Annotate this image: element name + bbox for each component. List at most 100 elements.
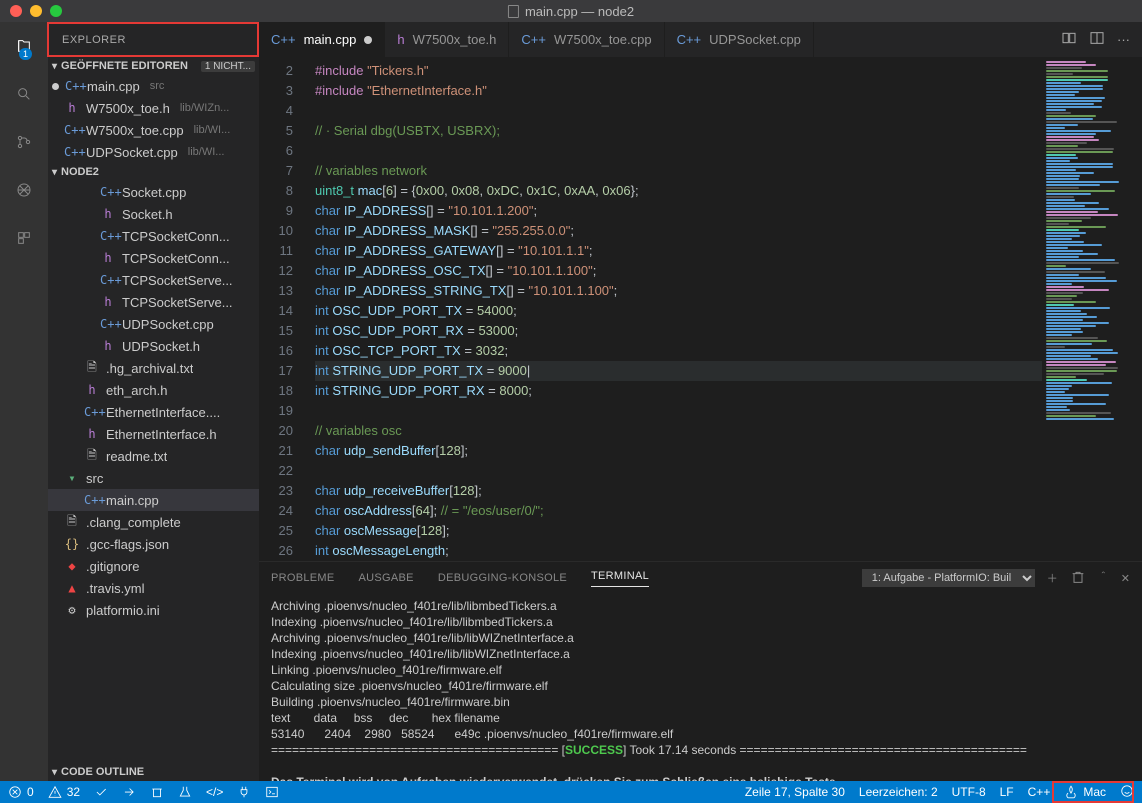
compare-icon[interactable] bbox=[1061, 30, 1077, 49]
status-indent[interactable]: Leerzeichen: 2 bbox=[859, 785, 938, 799]
file-item[interactable]: C++ EthernetInterface.... bbox=[48, 401, 259, 423]
file-name: Socket.cpp bbox=[122, 185, 186, 200]
status-target[interactable]: Mac bbox=[1064, 785, 1106, 799]
file-name: EthernetInterface.h bbox=[106, 427, 217, 442]
file-name: UDPSocket.cpp bbox=[122, 317, 214, 332]
panel-tab[interactable]: AUSGABE bbox=[359, 572, 414, 584]
status-upload-icon[interactable] bbox=[122, 785, 136, 799]
file-name: .travis.yml bbox=[86, 581, 145, 596]
close-traffic-light[interactable] bbox=[10, 5, 22, 17]
panel-tab[interactable]: PROBLEME bbox=[271, 572, 335, 584]
file-item[interactable]: 🗎readme.txt bbox=[48, 445, 259, 467]
file-type-icon: 🗎 bbox=[84, 358, 100, 379]
file-type-icon: h bbox=[397, 32, 404, 47]
open-editor-item[interactable]: hW7500x_toe.hlib/WIZn... bbox=[48, 97, 259, 119]
code-editor[interactable]: #include "Tickers.h"#include "EthernetIn… bbox=[307, 57, 1042, 561]
open-editor-item[interactable]: C++W7500x_toe.cpplib/WI... bbox=[48, 119, 259, 141]
status-trash-icon[interactable] bbox=[150, 785, 164, 799]
kill-terminal-icon[interactable] bbox=[1070, 569, 1086, 588]
status-language[interactable]: C++ bbox=[1028, 785, 1051, 799]
file-type-icon: h bbox=[64, 101, 80, 115]
file-item[interactable]: ⚙ platformio.ini bbox=[48, 599, 259, 621]
file-name: main.cpp bbox=[106, 493, 159, 508]
file-item[interactable]: 🗎.clang_complete bbox=[48, 511, 259, 533]
extensions-icon[interactable] bbox=[12, 226, 36, 250]
code-outline-header[interactable]: ▾CODE OUTLINE bbox=[48, 763, 259, 781]
file-type-icon: ⚙ bbox=[64, 603, 80, 617]
editor-tab[interactable]: h W7500x_toe.h bbox=[385, 22, 509, 57]
status-cursor[interactable]: Zeile 17, Spalte 30 bbox=[745, 785, 845, 799]
split-editor-icon[interactable] bbox=[1089, 30, 1105, 49]
source-control-icon[interactable] bbox=[12, 130, 36, 154]
file-item[interactable]: C++TCPSocketServe... bbox=[48, 269, 259, 291]
status-plug-icon[interactable] bbox=[237, 785, 251, 799]
file-item[interactable]: hTCPSocketServe... bbox=[48, 291, 259, 313]
minimap[interactable] bbox=[1042, 57, 1142, 561]
status-errors[interactable]: 0 bbox=[8, 785, 34, 799]
tab-label: W7500x_toe.cpp bbox=[554, 32, 652, 47]
file-item[interactable]: h EthernetInterface.h bbox=[48, 423, 259, 445]
file-item[interactable]: C++UDPSocket.cpp bbox=[48, 313, 259, 335]
file-item[interactable]: hUDPSocket.h bbox=[48, 335, 259, 357]
status-code-icon[interactable]: </> bbox=[206, 785, 223, 799]
file-name: W7500x_toe.h bbox=[86, 101, 170, 116]
editor-tab[interactable]: C++main.cpp bbox=[259, 22, 385, 57]
more-icon[interactable]: ··· bbox=[1117, 32, 1130, 47]
file-item[interactable]: ◆.gitignore bbox=[48, 555, 259, 577]
file-type-icon: 🗎 bbox=[84, 446, 100, 467]
folder-icon: ▾ bbox=[64, 471, 80, 485]
maximize-traffic-light[interactable] bbox=[50, 5, 62, 17]
status-build-tick-icon[interactable] bbox=[94, 785, 108, 799]
tab-label: W7500x_toe.h bbox=[413, 32, 497, 47]
folder-item[interactable]: ▾src bbox=[48, 467, 259, 489]
file-item[interactable]: C++Socket.cpp bbox=[48, 181, 259, 203]
file-item[interactable]: ▲.travis.yml bbox=[48, 577, 259, 599]
file-item[interactable]: C++TCPSocketConn... bbox=[48, 225, 259, 247]
file-item[interactable]: hSocket.h bbox=[48, 203, 259, 225]
close-panel-icon[interactable]: ✕ bbox=[1121, 572, 1130, 585]
file-type-icon: h bbox=[100, 339, 116, 353]
explorer-sidebar: EXPLORER ▾GEÖFFNETE EDITOREN1 NICHT... C… bbox=[48, 22, 259, 781]
file-item[interactable]: C++main.cpp bbox=[48, 489, 259, 511]
line-gutter: 2345678910111213141516171819202122232425… bbox=[259, 57, 307, 561]
editor-tab[interactable]: C++W7500x_toe.cpp bbox=[509, 22, 664, 57]
modified-dot-icon bbox=[364, 36, 372, 44]
file-name: platformio.ini bbox=[86, 603, 160, 618]
search-icon[interactable] bbox=[12, 82, 36, 106]
modified-dot-icon bbox=[52, 83, 59, 90]
maximize-panel-icon[interactable]: ＾ bbox=[1098, 570, 1109, 586]
status-eol[interactable]: LF bbox=[1000, 785, 1014, 799]
new-terminal-icon[interactable]: ＋ bbox=[1047, 570, 1058, 586]
tab-label: UDPSocket.cpp bbox=[709, 32, 801, 47]
open-editor-item[interactable]: C++UDPSocket.cpplib/WI... bbox=[48, 141, 259, 163]
file-path: src bbox=[150, 80, 165, 92]
minimize-traffic-light[interactable] bbox=[30, 5, 42, 17]
terminal-output[interactable]: Archiving .pioenvs/nucleo_f401re/lib/lib… bbox=[259, 594, 1142, 781]
titlebar: main.cpp — node2 bbox=[0, 0, 1142, 22]
open-editors-header[interactable]: ▾GEÖFFNETE EDITOREN1 NICHT... bbox=[48, 57, 259, 75]
editor-tab[interactable]: C++UDPSocket.cpp bbox=[665, 22, 814, 57]
status-warnings[interactable]: 32 bbox=[48, 785, 80, 799]
panel-tab[interactable]: TERMINAL bbox=[591, 570, 649, 587]
file-name: .hg_archival.txt bbox=[106, 361, 193, 376]
status-feedback-icon[interactable] bbox=[1120, 784, 1134, 801]
file-item[interactable]: hTCPSocketConn... bbox=[48, 247, 259, 269]
terminal-selector[interactable]: 1: Aufgabe - PlatformIO: Buil bbox=[862, 569, 1035, 587]
panel-tab[interactable]: DEBUGGING-KONSOLE bbox=[438, 572, 567, 584]
file-item[interactable]: 🗎 .hg_archival.txt bbox=[48, 357, 259, 379]
file-type-icon: C++ bbox=[84, 405, 100, 419]
status-terminal-icon[interactable] bbox=[265, 785, 279, 799]
file-item[interactable]: heth_arch.h bbox=[48, 379, 259, 401]
file-path: lib/WI... bbox=[194, 124, 231, 136]
file-type-icon: C++ bbox=[271, 32, 296, 47]
open-editor-item[interactable]: C++main.cppsrc bbox=[48, 75, 259, 97]
workspace-root-header[interactable]: ▾NODE2 bbox=[48, 163, 259, 181]
status-encoding[interactable]: UTF-8 bbox=[952, 785, 986, 799]
file-item[interactable]: {}.gcc-flags.json bbox=[48, 533, 259, 555]
file-type-icon: ◆ bbox=[64, 559, 80, 573]
file-name: EthernetInterface.... bbox=[106, 405, 220, 420]
file-type-icon: h bbox=[84, 427, 100, 441]
status-beaker-icon[interactable] bbox=[178, 785, 192, 799]
debug-icon[interactable] bbox=[12, 178, 36, 202]
document-icon bbox=[508, 5, 519, 18]
